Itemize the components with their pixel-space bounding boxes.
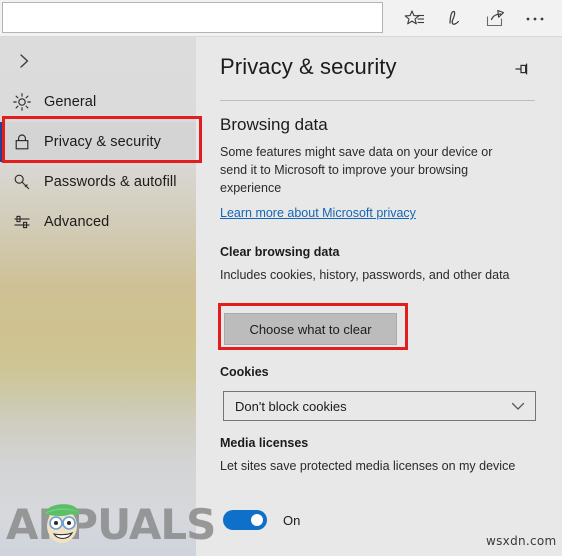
toggle-knob: [251, 514, 263, 526]
more-button[interactable]: [515, 1, 555, 37]
browser-toolbar: [0, 0, 562, 37]
gear-icon: [0, 92, 44, 112]
cookies-dropdown[interactable]: Don't block cookies: [223, 391, 536, 421]
address-bar[interactable]: [2, 2, 383, 33]
pin-button[interactable]: [508, 57, 538, 85]
sidebar-item-label: Passwords & autofill: [44, 174, 177, 190]
sidebar-item-label: Privacy & security: [44, 134, 162, 150]
favorites-button[interactable]: [395, 1, 435, 37]
web-note-icon: [444, 8, 466, 30]
pin-icon: [513, 60, 533, 83]
share-button[interactable]: [475, 1, 515, 37]
sidebar-item-privacy-security[interactable]: Privacy & security: [0, 122, 196, 162]
lock-icon: [0, 132, 44, 152]
media-licenses-heading: Media licenses: [220, 436, 309, 450]
cookies-dropdown-value: Don't block cookies: [235, 398, 347, 414]
sidebar-item-label: Advanced: [44, 214, 110, 230]
settings-content-pane: Privacy & security Browsing data Some fe…: [196, 37, 562, 556]
settings-sidebar: General Privacy & security Passwords & a…: [0, 37, 196, 556]
sidebar-item-general[interactable]: General: [0, 82, 196, 122]
favorites-icon: [404, 9, 426, 29]
browsing-data-heading: Browsing data: [220, 115, 328, 134]
sidebar-item-passwords-autofill[interactable]: Passwords & autofill: [0, 162, 196, 202]
key-icon: [0, 172, 44, 192]
media-licenses-toggle[interactable]: [223, 510, 267, 530]
choose-what-to-clear-button[interactable]: Choose what to clear: [224, 313, 397, 345]
address-bar-text: [3, 3, 382, 17]
sliders-icon: [0, 212, 44, 232]
more-icon: [524, 15, 546, 23]
browsing-data-description: Some features might save data on your de…: [220, 145, 493, 195]
selection-indicator: [0, 122, 3, 162]
share-icon: [484, 9, 506, 29]
chevron-down-icon: [501, 400, 535, 412]
web-note-button[interactable]: [435, 1, 475, 37]
clear-browsing-data-description: Includes cookies, history, passwords, an…: [220, 268, 510, 282]
media-licenses-toggle-label: On: [283, 512, 301, 528]
wsxdn-watermark: wsxdn.com: [486, 534, 557, 548]
edge-settings-window: General Privacy & security Passwords & a…: [0, 0, 562, 556]
chevron-right-icon: [0, 51, 46, 71]
cookies-heading: Cookies: [220, 365, 269, 379]
media-licenses-toggle-row: On: [223, 510, 300, 530]
page-title: Privacy & security: [220, 54, 397, 79]
sidebar-back-button[interactable]: [0, 43, 196, 79]
sidebar-item-label: General: [44, 94, 97, 110]
toolbar-actions: [395, 0, 562, 37]
sidebar-item-advanced[interactable]: Advanced: [0, 202, 196, 242]
clear-browsing-data-heading: Clear browsing data: [220, 245, 340, 259]
media-licenses-description: Let sites save protected media licenses …: [220, 459, 516, 473]
header-divider: [220, 100, 535, 101]
microsoft-privacy-link[interactable]: Learn more about Microsoft privacy: [220, 206, 416, 220]
